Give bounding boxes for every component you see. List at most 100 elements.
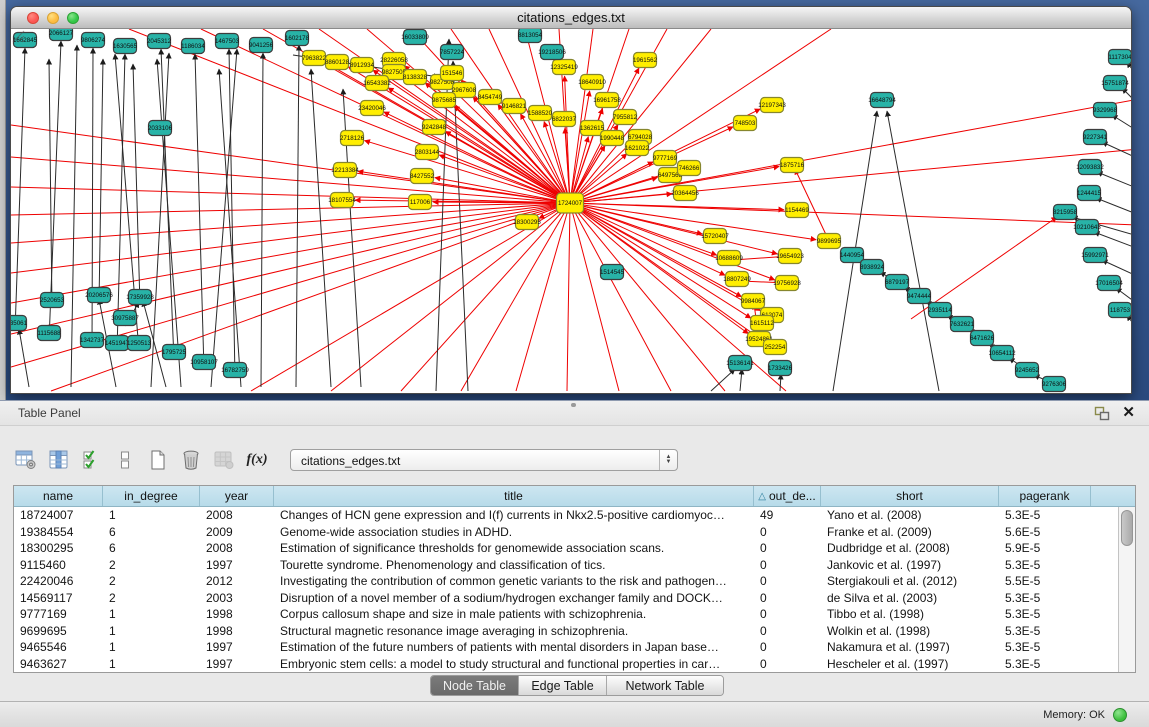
citation-edge-black[interactable] bbox=[19, 329, 29, 387]
citation-edge-black[interactable] bbox=[887, 111, 939, 391]
network-node[interactable]: 12093832 bbox=[1076, 160, 1104, 175]
network-node[interactable]: 1250513 bbox=[127, 336, 152, 351]
table-cell[interactable]: 5.6E-5 bbox=[999, 525, 1091, 539]
table-cell[interactable]: Tibbo et al. (1998) bbox=[821, 607, 999, 621]
network-node[interactable]: 7963822 bbox=[302, 51, 327, 66]
citation-edge-black[interactable] bbox=[711, 369, 735, 391]
network-node[interactable]: 1335061 bbox=[11, 316, 28, 331]
table-cell[interactable]: 9777169 bbox=[14, 607, 103, 621]
network-node[interactable]: 16033809 bbox=[401, 30, 429, 45]
citation-edge-red[interactable] bbox=[364, 141, 570, 203]
network-node[interactable]: 19218506 bbox=[538, 45, 566, 60]
table-cell[interactable]: Corpus callosum shape and size in male p… bbox=[274, 607, 754, 621]
network-node[interactable]: 16961758 bbox=[593, 93, 621, 108]
table-row[interactable]: 1830029562008Estimation of significance … bbox=[14, 540, 1118, 557]
network-node[interactable]: 9329968 bbox=[1093, 103, 1118, 118]
network-node[interactable]: 9146821 bbox=[502, 99, 527, 114]
table-cell[interactable]: 5.3E-5 bbox=[999, 607, 1091, 621]
table-cell[interactable]: Tourette syndrome. Phenomenology and cla… bbox=[274, 558, 754, 572]
network-node[interactable]: 1514545 bbox=[600, 265, 625, 280]
table-selector-dropdown[interactable]: citations_edges.txt ▲▼ bbox=[290, 449, 678, 471]
table-cell[interactable]: 1998 bbox=[200, 607, 274, 621]
network-node[interactable]: 16648794 bbox=[868, 93, 896, 108]
table-cell[interactable]: 1998 bbox=[200, 624, 274, 638]
network-node[interactable]: 748503 bbox=[734, 116, 757, 131]
network-node[interactable]: 1875716 bbox=[780, 158, 805, 173]
network-node[interactable]: 12325419 bbox=[550, 60, 578, 75]
network-node[interactable]: 1451947 bbox=[105, 336, 130, 351]
delete-table-icon[interactable] bbox=[212, 448, 236, 472]
column-header-title[interactable]: title bbox=[274, 486, 754, 506]
table-scrollbar[interactable] bbox=[1118, 507, 1135, 672]
table-scrollbar-thumb[interactable] bbox=[1121, 510, 1133, 546]
minimize-window-button[interactable] bbox=[47, 12, 59, 24]
table-row[interactable]: 2242004622012Investigating the contribut… bbox=[14, 573, 1118, 590]
table-cell[interactable]: 5.3E-5 bbox=[999, 508, 1091, 522]
table-row[interactable]: 1938455462009Genome-wide association stu… bbox=[14, 524, 1118, 541]
network-node[interactable]: 2045312 bbox=[147, 34, 172, 49]
column-header-in_degree[interactable]: in_degree bbox=[103, 486, 200, 506]
network-node[interactable]: 10958107 bbox=[190, 355, 218, 370]
network-node[interactable]: 8427552 bbox=[410, 169, 435, 184]
network-node[interactable]: 7857224 bbox=[440, 45, 465, 60]
table-cell[interactable]: 1 bbox=[103, 640, 200, 654]
citation-edge-black[interactable] bbox=[229, 49, 235, 378]
table-cell[interactable]: 5.9E-5 bbox=[999, 541, 1091, 555]
network-node[interactable]: 9041256 bbox=[249, 38, 274, 53]
table-cell[interactable]: 0 bbox=[754, 657, 821, 671]
tab-node-table[interactable]: Node Table bbox=[431, 676, 519, 695]
table-cell[interactable]: 0 bbox=[754, 541, 821, 555]
table-cell[interactable]: 9463627 bbox=[14, 657, 103, 671]
network-node[interactable]: 9474444 bbox=[907, 289, 932, 304]
citation-edge-red[interactable] bbox=[11, 187, 570, 203]
table-cell[interactable]: 0 bbox=[754, 574, 821, 588]
network-node[interactable]: 1621022 bbox=[625, 141, 650, 156]
table-cell[interactable]: Nakamura et al. (1997) bbox=[821, 640, 999, 654]
column-header-short[interactable]: short bbox=[821, 486, 999, 506]
network-node[interactable]: 1244415 bbox=[1077, 186, 1102, 201]
table-cell[interactable]: 5.3E-5 bbox=[999, 640, 1091, 654]
network-node[interactable]: 9899695 bbox=[817, 234, 842, 249]
citation-edge-red[interactable] bbox=[461, 203, 570, 391]
table-row[interactable]: 977716911998Corpus callosum shape and si… bbox=[14, 606, 1118, 623]
table-cell[interactable]: de Silva et al. (2003) bbox=[821, 591, 999, 605]
citation-edge-red[interactable] bbox=[570, 203, 816, 240]
citation-edge-black[interactable] bbox=[1096, 198, 1131, 215]
table-mode-icon[interactable] bbox=[14, 448, 38, 472]
network-view-canvas[interactable]: 1724007796382288601288912934282260589827… bbox=[11, 29, 1131, 393]
table-cell[interactable]: 2008 bbox=[200, 541, 274, 555]
network-node[interactable]: 1440954 bbox=[840, 248, 865, 263]
splitter-handle[interactable] bbox=[571, 403, 576, 407]
network-node[interactable]: 15751874 bbox=[1101, 76, 1129, 91]
citation-edge-red[interactable] bbox=[570, 203, 777, 254]
network-node[interactable]: 10688609 bbox=[715, 251, 743, 266]
table-cell[interactable]: 5.3E-5 bbox=[999, 624, 1091, 638]
table-cell[interactable]: Embryonic stem cells: a model to study s… bbox=[274, 657, 754, 671]
table-cell[interactable]: 9699695 bbox=[14, 624, 103, 638]
network-node[interactable]: 12213384 bbox=[331, 163, 359, 178]
citation-edge-red[interactable] bbox=[401, 203, 570, 391]
new-column-icon[interactable] bbox=[146, 448, 170, 472]
column-header-pagerank[interactable]: pagerank bbox=[999, 486, 1091, 506]
citation-edge-black[interactable] bbox=[211, 49, 237, 387]
table-row[interactable]: 1456911722003Disruption of a novel membe… bbox=[14, 590, 1118, 607]
network-node[interactable]: 9984067 bbox=[741, 294, 766, 309]
network-node[interactable]: 1615112 bbox=[750, 316, 774, 331]
network-node[interactable]: 17016504 bbox=[1095, 276, 1123, 291]
table-cell[interactable]: 5.3E-5 bbox=[999, 558, 1091, 572]
zoom-window-button[interactable] bbox=[67, 12, 79, 24]
table-cell[interactable]: Dudbridge et al. (2008) bbox=[821, 541, 999, 555]
table-cell[interactable]: Changes of HCN gene expression and I(f) … bbox=[274, 508, 754, 522]
network-node[interactable]: 7955812 bbox=[613, 110, 638, 125]
citation-edge-red[interactable] bbox=[516, 203, 570, 391]
table-cell[interactable]: 0 bbox=[754, 525, 821, 539]
network-node[interactable]: 1154469 bbox=[785, 203, 809, 218]
table-cell[interactable]: 19384554 bbox=[14, 525, 103, 539]
citation-edge-black[interactable] bbox=[49, 59, 52, 308]
table-cell[interactable]: Disruption of a novel member of a sodium… bbox=[274, 591, 754, 605]
memory-status-indicator[interactable] bbox=[1113, 708, 1127, 722]
citation-edge-black[interactable] bbox=[1094, 232, 1131, 249]
network-node[interactable]: 118753 bbox=[1109, 303, 1132, 318]
network-node[interactable]: 1467503 bbox=[215, 34, 240, 49]
table-cell[interactable]: 2009 bbox=[200, 525, 274, 539]
